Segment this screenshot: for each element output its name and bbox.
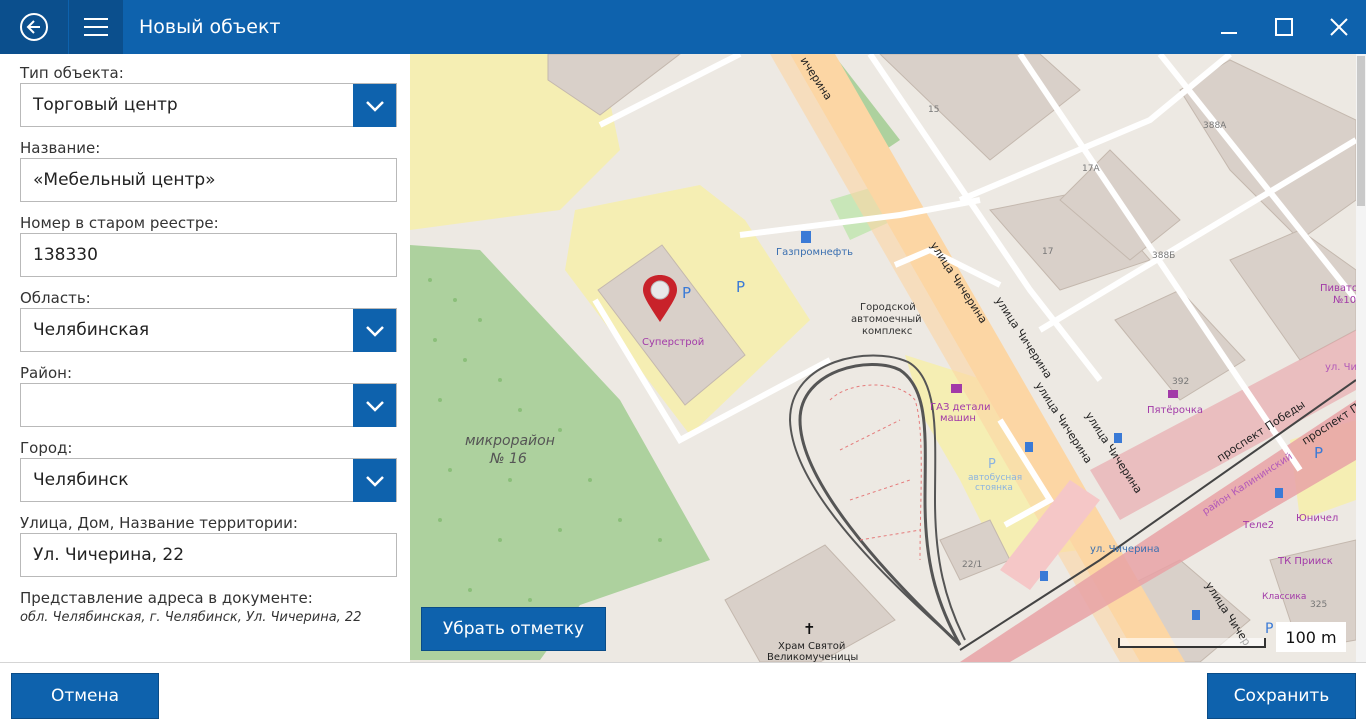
chevron-down-icon <box>365 325 384 337</box>
address-doc-label: Представление адреса в документе: <box>20 589 313 607</box>
type-value: Торговый центр <box>33 95 178 115</box>
menu-button[interactable] <box>69 0 123 54</box>
klassika-label: Классика <box>1262 592 1306 602</box>
map-view[interactable]: P P P P P ичерина улица Чичерина улица Ч… <box>410 54 1356 662</box>
region-select[interactable]: Челябинская <box>20 308 397 352</box>
cancel-button[interactable]: Отмена <box>11 673 159 719</box>
chevron-down-icon <box>365 400 384 412</box>
gaz-label-1: ГАЗ детали <box>930 402 990 413</box>
map-canvas[interactable]: P P P P P ичерина улица Чичерина улица Ч… <box>410 54 1356 662</box>
address-doc-value: обл. Челябинская, г. Челябинск, Ул. Чиче… <box>20 610 362 625</box>
type-select[interactable]: Торговый центр <box>20 83 397 127</box>
street-value: Ул. Чичерина, 22 <box>33 545 185 565</box>
parking-p-2: P <box>736 278 745 296</box>
district-label: Район: <box>20 364 73 382</box>
window-title: Новый объект <box>139 16 281 38</box>
chevron-down-icon <box>365 100 384 112</box>
close-icon <box>1330 18 1348 36</box>
old-registry-field[interactable]: 138330 <box>20 233 397 277</box>
street-label: Улица, Дом, Название территории: <box>20 514 298 532</box>
form-panel: Тип объекта: Торговый центр Название: «М… <box>0 54 411 662</box>
city-label: Город: <box>20 439 73 457</box>
title-bar: Новый объект <box>0 0 1366 54</box>
region-value: Челябинская <box>33 320 150 340</box>
region-dropdown-button[interactable] <box>353 309 396 352</box>
parking-p-1: P <box>682 284 691 302</box>
district-dropdown-button[interactable] <box>353 384 396 427</box>
house-number: 392 <box>1172 377 1189 387</box>
district-select[interactable] <box>20 383 397 427</box>
gaz-label-2: машин <box>940 413 976 424</box>
house-number: 15 <box>928 105 939 115</box>
region-label: Область: <box>20 289 91 307</box>
map-scale-label: 100 m <box>1276 622 1346 652</box>
car-shop-icon <box>951 384 962 393</box>
name-value: «Мебельный центр» <box>33 170 216 190</box>
house-number: 325 <box>1310 600 1327 610</box>
church-label-1: Храм Святой <box>778 641 845 652</box>
maximize-icon <box>1275 18 1293 36</box>
church-cross-icon: ✝ <box>803 620 816 638</box>
microdistrict-label-1: микрорайон <box>465 433 555 449</box>
church-label-2: Великомученицы <box>767 652 858 662</box>
carwash-label-1: Городской <box>860 302 916 313</box>
remove-mark-button[interactable]: Убрать отметку <box>421 607 606 651</box>
old-registry-value: 138330 <box>33 245 98 265</box>
yunichel-label: Юничел <box>1296 513 1338 524</box>
map-scrollbar-thumb[interactable] <box>1357 56 1365 206</box>
minimize-button[interactable] <box>1202 0 1256 54</box>
parking-p-3: P <box>988 457 996 472</box>
city-dropdown-button[interactable] <box>353 459 396 502</box>
parking-label-2: стоянка <box>975 483 1013 493</box>
save-button[interactable]: Сохранить <box>1207 673 1356 719</box>
map-scale-bar <box>1118 638 1266 648</box>
house-number: 388А <box>1203 121 1227 131</box>
tele2-label: Теле2 <box>1242 520 1274 531</box>
pivato-label-2: №10 <box>1333 295 1356 306</box>
house-number: 388Б <box>1152 251 1175 261</box>
carwash-label-3: комплекс <box>862 326 912 337</box>
city-select[interactable]: Челябинск <box>20 458 397 502</box>
house-number: 17 <box>1042 247 1053 257</box>
hamburger-icon <box>84 18 108 36</box>
microdistrict-label-2: № 16 <box>489 451 527 467</box>
carwash-label-2: автомоечный <box>851 314 922 325</box>
parking-label-1: автобусная <box>968 473 1022 483</box>
parking-p-4: P <box>1314 444 1323 462</box>
parking-p-5: P <box>1265 621 1273 637</box>
type-label: Тип объекта: <box>20 64 124 82</box>
gazprom-label: Газпромнефть <box>776 247 853 258</box>
back-button[interactable] <box>0 0 68 54</box>
close-button[interactable] <box>1312 0 1366 54</box>
minimize-icon <box>1221 32 1237 34</box>
back-arrow-icon <box>20 13 48 41</box>
house-number: 17А <box>1082 164 1100 174</box>
name-field[interactable]: «Мебельный центр» <box>20 158 397 202</box>
name-label: Название: <box>20 139 101 157</box>
chevron-down-icon <box>365 475 384 487</box>
maximize-button[interactable] <box>1257 0 1311 54</box>
street-field[interactable]: Ул. Чичерина, 22 <box>20 533 397 577</box>
superstroy-label: Суперстрой <box>642 337 704 348</box>
basket-icon <box>1168 390 1178 398</box>
street-label-f: ул. Чичерина <box>1090 544 1160 555</box>
pivato-label-1: Пивато <box>1320 283 1356 294</box>
ul-chi-label: ул. Чи <box>1325 362 1356 373</box>
old-registry-label: Номер в старом реестре: <box>20 214 219 232</box>
footer-bar <box>0 662 1366 728</box>
city-value: Челябинск <box>33 470 129 490</box>
house-number: 22/1 <box>962 560 982 570</box>
pyaterochka-label: Пятёрочка <box>1147 405 1203 416</box>
tk-prisk-label: ТК Прииск <box>1277 556 1333 567</box>
type-dropdown-button[interactable] <box>353 84 396 127</box>
